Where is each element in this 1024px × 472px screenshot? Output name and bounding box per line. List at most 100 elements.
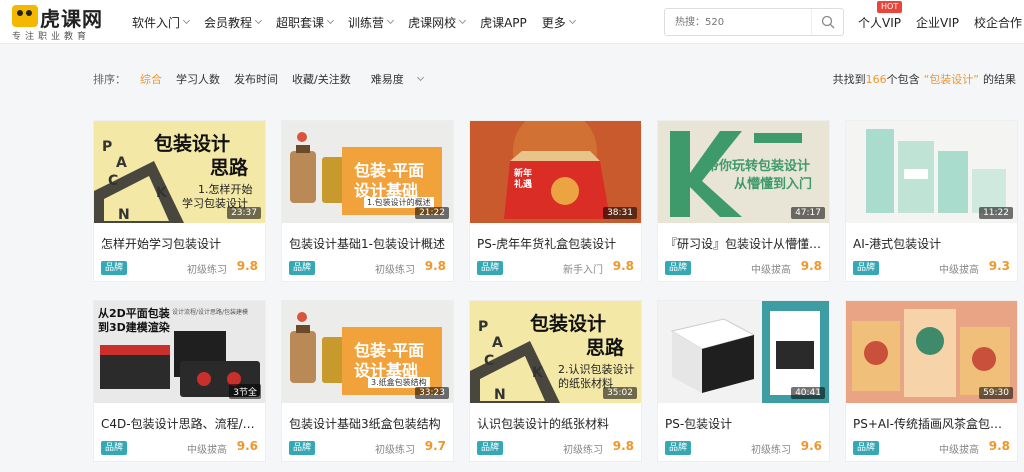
nav-item-more[interactable]: 更多 bbox=[542, 14, 576, 31]
course-duration: 23:37 bbox=[227, 207, 261, 219]
thumb-line-2: 到3D建模渲染 bbox=[98, 321, 170, 334]
nav-item-app[interactable]: 虎课APP bbox=[480, 14, 527, 31]
course-title[interactable]: PS-包装设计 bbox=[665, 415, 825, 432]
course-card[interactable]: 40:41 PS-包装设计 品牌 初级练习 9.6 bbox=[657, 300, 830, 462]
course-score: 9.8 bbox=[236, 259, 258, 273]
course-score: 9.8 bbox=[612, 439, 634, 453]
svg-text:C: C bbox=[108, 173, 118, 189]
course-thumbnail: 包装·平面 设计基础 3.纸盒包装结构 33:23 bbox=[282, 301, 453, 403]
thumb-line-1: 新年礼遇 bbox=[514, 169, 533, 190]
sort-label: 排序： bbox=[93, 73, 126, 86]
brand-name: 虎课网 bbox=[40, 7, 103, 31]
category-badge: 品牌 bbox=[289, 261, 316, 275]
result-prefix: 共找到 bbox=[832, 73, 866, 86]
course-level: 初级练习 bbox=[375, 265, 415, 276]
sort-publish-time[interactable]: 发布时间 bbox=[234, 71, 278, 87]
svg-text:N: N bbox=[494, 387, 506, 403]
filter-bar: 排序： 综合 学习人数 发布时间 收藏/关注数 难易度 共找到166个包含 “包装… bbox=[0, 44, 1024, 110]
course-title[interactable]: PS+AI-传统插画风茶盒包装设计 bbox=[853, 415, 1013, 432]
course-title[interactable]: AI-港式包装设计 bbox=[853, 235, 1013, 252]
enterprise-vip-link[interactable]: 企业VIP bbox=[916, 14, 959, 31]
chevron-down-icon bbox=[387, 16, 395, 25]
svg-text:K: K bbox=[532, 365, 544, 381]
course-level: 新手入门 bbox=[563, 265, 603, 276]
chevron-down-icon bbox=[459, 16, 467, 25]
nav-item-camp[interactable]: 训练营 bbox=[348, 14, 395, 31]
category-badge: 品牌 bbox=[101, 261, 128, 275]
svg-text:A: A bbox=[116, 155, 127, 171]
difficulty-label: 难易度 bbox=[370, 73, 404, 86]
course-title[interactable]: 包装设计基础1-包装设计概述 bbox=[289, 235, 449, 252]
course-duration: 47:17 bbox=[791, 207, 825, 219]
course-title[interactable]: 认识包装设计的纸张材料 bbox=[477, 415, 637, 432]
svg-text:N: N bbox=[118, 207, 130, 223]
course-duration: 33:23 bbox=[415, 387, 449, 399]
result-suffix: 的结果 bbox=[983, 73, 1016, 86]
course-duration: 59:30 bbox=[979, 387, 1013, 399]
nav-item-school[interactable]: 虎课网校 bbox=[408, 14, 467, 31]
nav-item-super[interactable]: 超职套课 bbox=[276, 14, 335, 31]
course-thumbnail: 包装·平面 设计基础 1.包装设计的概述 21:22 bbox=[282, 121, 453, 223]
svg-text:K: K bbox=[156, 185, 168, 201]
course-level: 中级拔高 bbox=[939, 445, 979, 456]
course-title[interactable]: PS-虎年年货礼盒包装设计 bbox=[477, 235, 637, 252]
personal-vip-link[interactable]: 个人VIP HOT bbox=[858, 0, 903, 31]
course-card[interactable]: 包装·平面 设计基础 1.包装设计的概述 21:22 包装设计基础1-包装设计概… bbox=[281, 120, 454, 282]
nav-label: 软件入门 bbox=[132, 15, 181, 30]
course-card[interactable]: 新年礼遇 38:31 PS-虎年年货礼盒包装设计 品牌 新手入门 9.8 bbox=[469, 120, 642, 282]
chevron-down-icon bbox=[568, 16, 576, 25]
course-level: 中级拔高 bbox=[939, 265, 979, 276]
svg-text:P: P bbox=[102, 139, 112, 155]
course-card[interactable]: 带你玩转包装设计 从懵懂到入门 47:17 『研习设』包装设计从懵懂到入门 品牌… bbox=[657, 120, 830, 282]
course-card[interactable]: 包装·平面 设计基础 3.纸盒包装结构 33:23 包装设计基础3纸盒包装结构 … bbox=[281, 300, 454, 462]
course-level: 初级练习 bbox=[187, 265, 227, 276]
course-score: 9.6 bbox=[236, 439, 258, 453]
chevron-down-icon bbox=[416, 73, 424, 82]
sort-favorites[interactable]: 收藏/关注数 bbox=[292, 71, 351, 87]
course-title[interactable]: 『研习设』包装设计从懵懂到入门 bbox=[665, 235, 825, 252]
nav-item-software[interactable]: 软件入门 bbox=[132, 14, 191, 31]
course-score: 9.3 bbox=[988, 259, 1010, 273]
chevron-down-icon bbox=[254, 16, 263, 25]
nav-label: 会员教程 bbox=[204, 15, 253, 30]
tiger-logo-icon bbox=[12, 5, 38, 27]
site-logo[interactable]: 虎课网 专注职业教育 bbox=[12, 5, 122, 42]
chevron-down-icon bbox=[182, 16, 191, 25]
course-title[interactable]: C4D-包装设计思路、流程/渲染 bbox=[101, 415, 261, 432]
difficulty-dropdown[interactable]: 难易度 bbox=[370, 71, 424, 87]
category-badge: 品牌 bbox=[853, 441, 880, 455]
svg-text:P: P bbox=[478, 319, 488, 335]
course-title[interactable]: 怎样开始学习包装设计 bbox=[101, 235, 261, 252]
course-score: 9.8 bbox=[612, 259, 634, 273]
course-title[interactable]: 包装设计基础3纸盒包装结构 bbox=[289, 415, 449, 432]
course-score: 9.8 bbox=[988, 439, 1010, 453]
nav-label: 虎课APP bbox=[480, 15, 527, 30]
course-thumbnail: 带你玩转包装设计 从懵懂到入门 47:17 bbox=[658, 121, 829, 223]
search-input[interactable] bbox=[665, 9, 811, 35]
course-thumbnail: 从2D平面包装 到3D建模渲染 设计流程/设计思路/包装建模 3节全 bbox=[94, 301, 265, 403]
main-nav: 软件入门 会员教程 超职套课 训练营 虎课网校 虎课APP 更多 bbox=[132, 0, 590, 44]
brand-tagline: 专注职业教育 bbox=[12, 32, 91, 42]
result-count: 166 bbox=[865, 73, 887, 86]
category-badge: 品牌 bbox=[477, 441, 504, 455]
course-score: 9.8 bbox=[800, 259, 822, 273]
sort-comprehensive[interactable]: 综合 bbox=[140, 71, 162, 87]
course-card[interactable]: P A C K N 包装设计 思路 2.认识包装设计 的纸张材料 35:02 认… bbox=[469, 300, 642, 462]
search-button[interactable] bbox=[811, 9, 843, 35]
course-card[interactable]: 59:30 PS+AI-传统插画风茶盒包装设计 品牌 中级拔高 9.8 bbox=[845, 300, 1018, 462]
thumb-line-3: 设计流程/设计思路/包装建模 bbox=[172, 309, 249, 316]
nav-item-member[interactable]: 会员教程 bbox=[204, 14, 263, 31]
course-thumbnail: 59:30 bbox=[846, 301, 1017, 403]
school-cooperation-link[interactable]: 校企合作 bbox=[974, 14, 1022, 31]
course-card[interactable]: 11:22 AI-港式包装设计 品牌 中级拔高 9.3 bbox=[845, 120, 1018, 282]
course-duration: 21:22 bbox=[415, 207, 449, 219]
thumb-line-1: 包装设计 bbox=[154, 133, 231, 155]
thumb-line-2: 思路 bbox=[210, 157, 249, 179]
course-card[interactable]: 从2D平面包装 到3D建模渲染 设计流程/设计思路/包装建模 3节全 C4D-包… bbox=[93, 300, 266, 462]
sort-learners[interactable]: 学习人数 bbox=[176, 71, 220, 87]
course-card[interactable]: P A C K N 包装设计 思路 1.怎样开始 学习包装设计 23:37 怎样… bbox=[93, 120, 266, 282]
course-level: 初级练习 bbox=[751, 445, 791, 456]
course-level: 中级拔高 bbox=[751, 265, 791, 276]
category-badge: 品牌 bbox=[101, 441, 128, 455]
search-icon bbox=[821, 15, 835, 29]
